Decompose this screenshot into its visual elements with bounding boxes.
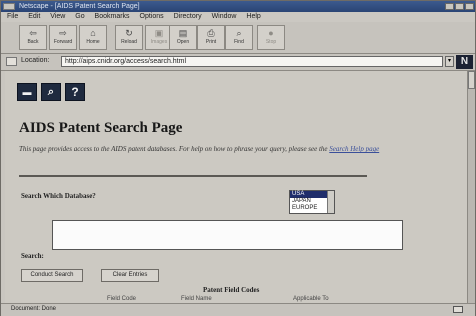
- status-bar: Document: Done: [1, 303, 475, 316]
- print-icon: ⎙: [207, 28, 215, 38]
- url-input[interactable]: http://aips.cnidr.org/access/search.html: [61, 56, 443, 67]
- minimize-button[interactable]: [445, 3, 454, 10]
- conduct-search-button[interactable]: Conduct Search: [21, 269, 83, 282]
- open-button[interactable]: ▤ Open: [169, 25, 197, 50]
- forward-button[interactable]: ⇨ Forward: [49, 25, 77, 50]
- clear-entries-button[interactable]: Clear Entries: [101, 269, 159, 282]
- menu-go[interactable]: Go: [75, 13, 84, 20]
- menu-directory[interactable]: Directory: [174, 13, 202, 20]
- close-button[interactable]: [465, 3, 474, 10]
- mail-icon[interactable]: [453, 306, 463, 313]
- images-icon: ▣: [154, 28, 164, 38]
- back-arrow-icon: ⇦: [29, 28, 37, 38]
- column-header-field-name: Field Name: [181, 296, 212, 302]
- database-scrollbar[interactable]: [327, 191, 334, 213]
- search-nav-icon[interactable]: ⌕: [41, 83, 61, 101]
- menu-view[interactable]: View: [50, 13, 65, 20]
- search-textarea[interactable]: [52, 220, 403, 250]
- scrollbar-thumb[interactable]: [468, 71, 475, 89]
- reload-icon: ↻: [125, 28, 133, 38]
- title-bar: Netscape - [AIDS Patent Search Page]: [1, 1, 475, 12]
- menu-edit[interactable]: Edit: [28, 13, 40, 20]
- database-select[interactable]: USA JAPAN EUROPE: [289, 190, 335, 214]
- home-button[interactable]: ⌂ Home: [79, 25, 107, 50]
- window-title: Netscape - [AIDS Patent Search Page]: [19, 3, 140, 10]
- field-codes-heading: Patent Field Codes: [203, 286, 260, 294]
- back-button[interactable]: ⇦ Back: [19, 25, 47, 50]
- bookmark-link-icon[interactable]: [6, 57, 17, 66]
- status-message: Document: Done: [11, 306, 57, 312]
- menu-help[interactable]: Help: [246, 13, 260, 20]
- location-label: Location:: [21, 57, 50, 64]
- menu-options[interactable]: Options: [140, 13, 164, 20]
- browser-window: Netscape - [AIDS Patent Search Page] Fil…: [0, 0, 476, 316]
- column-header-field-code: Field Code: [107, 296, 137, 302]
- open-icon: ▤: [178, 28, 188, 38]
- help-nav-icon[interactable]: ?: [65, 83, 85, 101]
- intro-paragraph: This page provides access to the AIDS pa…: [19, 145, 380, 153]
- home-nav-icon[interactable]: ▬: [17, 83, 37, 101]
- print-button[interactable]: ⎙ Print: [197, 25, 225, 50]
- database-label: Search Which Database?: [21, 192, 96, 200]
- menu-window[interactable]: Window: [212, 13, 237, 20]
- home-icon: ⌂: [90, 28, 96, 38]
- column-header-applicable-to: Applicable To: [293, 296, 329, 302]
- menu-bar: File Edit View Go Bookmarks Options Dire…: [1, 12, 475, 22]
- forward-arrow-icon: ⇨: [59, 28, 67, 38]
- horizontal-rule: [19, 175, 367, 177]
- page-content: ▬ ⌕ ? AIDS Patent Search Page This page …: [5, 71, 467, 303]
- stop-icon: ●: [268, 28, 274, 38]
- menu-bookmarks[interactable]: Bookmarks: [95, 13, 130, 20]
- page-title: AIDS Patent Search Page: [19, 120, 183, 136]
- location-bar: Location: http://aips.cnidr.org/access/s…: [1, 54, 475, 71]
- maximize-button[interactable]: [455, 3, 464, 10]
- system-menu-button[interactable]: [3, 3, 15, 10]
- chevron-down-icon[interactable]: ▾: [445, 56, 454, 67]
- search-label: Search:: [21, 252, 44, 260]
- stop-button[interactable]: ● Stop: [257, 25, 285, 50]
- search-help-link[interactable]: Search Help page: [329, 145, 379, 153]
- netscape-logo-icon: N: [456, 55, 473, 69]
- field-codes-table-header: Field Code Field Name Applicable To: [97, 296, 377, 303]
- reload-button[interactable]: ↻ Reload: [115, 25, 143, 50]
- toolbar: ⇦ Back ⇨ Forward ⌂ Home ↻ Reload ▣ Image…: [1, 22, 475, 54]
- vertical-scrollbar[interactable]: [467, 71, 475, 303]
- menu-file[interactable]: File: [7, 13, 18, 20]
- find-icon: ⌕: [236, 28, 242, 38]
- find-button[interactable]: ⌕ Find: [225, 25, 253, 50]
